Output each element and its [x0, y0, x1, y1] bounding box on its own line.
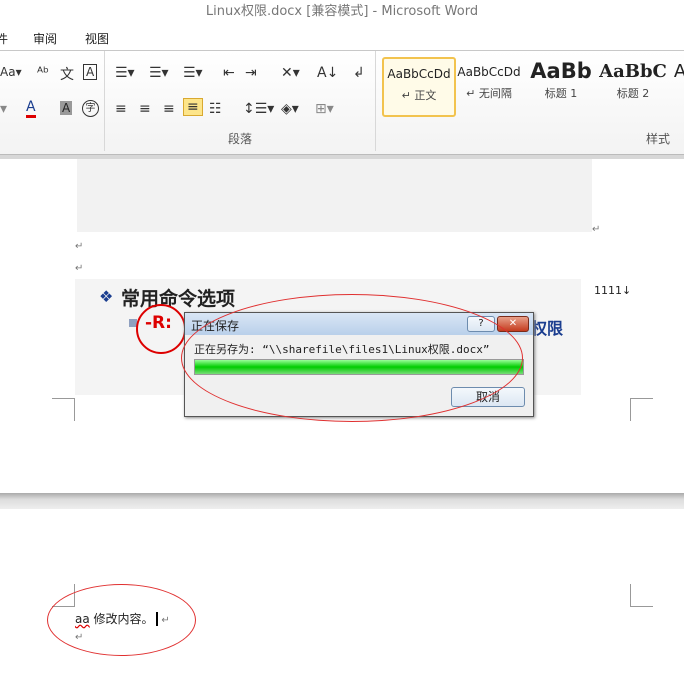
ribbon-tabs: 件 审阅 视图 — [0, 26, 684, 51]
embedded-image-1 — [77, 159, 592, 232]
sort-icon[interactable]: A↓ — [317, 65, 338, 81]
character-shading-icon[interactable]: A — [60, 101, 73, 115]
diamond-bullet-icon: ❖ — [99, 287, 114, 306]
borders-icon[interactable]: ⊞▾ — [315, 101, 334, 117]
annotation-ellipse — [47, 584, 196, 656]
decrease-indent-icon[interactable]: ⇤ — [223, 65, 235, 81]
side-text: 1111↓ — [594, 284, 632, 297]
align-left-icon[interactable]: ≡ — [115, 101, 127, 117]
slide-heading: 常用命令选项 — [121, 288, 236, 310]
show-marks-icon[interactable]: ↲ — [353, 65, 365, 81]
shading-icon[interactable]: ◈▾ — [281, 101, 299, 117]
window-title: Linux权限.docx [兼容模式] - Microsoft Word — [205, 4, 479, 19]
change-case-icon[interactable]: Aa▾ — [0, 65, 22, 79]
paragraph-mark: ↵ — [592, 224, 601, 235]
highlight-icon[interactable]: ▾ — [0, 101, 7, 117]
justify-icon[interactable]: ≡ — [183, 98, 203, 116]
increase-indent-icon[interactable]: ⇥ — [245, 65, 257, 81]
style-normal[interactable]: AaBbCcDd ↵ 正文 — [382, 57, 456, 117]
styles-group-label: 样式 — [646, 132, 671, 146]
ribbon: Aa▾ ᴬᵇ 文 A ▾ A A 字 ☰▾ ☰▾ ☰▾ ⇤ ⇥ ✕▾ A↓ ↲ … — [0, 51, 684, 155]
annotation-ellipse — [181, 294, 523, 422]
paragraph-group-label: 段落 — [227, 132, 252, 146]
page-corner-mark — [630, 398, 653, 421]
distributed-icon[interactable]: ☷ — [209, 101, 222, 117]
phonetic-guide-icon[interactable]: 文 — [60, 64, 74, 84]
line-spacing-icon[interactable]: ↕☰▾ — [243, 101, 274, 117]
font-color-icon[interactable]: A — [26, 99, 36, 118]
tab-view[interactable]: 视图 — [85, 30, 109, 47]
tab-review[interactable]: 审阅 — [33, 30, 57, 47]
chinese-layout-icon[interactable]: ✕▾ — [281, 65, 300, 81]
paragraph-mark: ↵ — [75, 263, 84, 274]
page-corner-mark — [630, 584, 653, 607]
paragraph-mark: ↵ — [75, 241, 84, 252]
enclose-character-icon[interactable]: 字 — [82, 100, 99, 117]
page-corner-mark — [52, 398, 75, 421]
style-no-spacing[interactable]: AaBbCcDd ↵ 无间隔 — [454, 57, 524, 113]
character-border-icon[interactable]: A — [83, 64, 98, 80]
spelling-icon[interactable]: ᴬᵇ — [37, 65, 49, 81]
annotation-circle — [136, 304, 186, 354]
paragraph-group: ☰▾ ☰▾ ☰▾ ⇤ ⇥ ✕▾ A↓ ↲ ≡ ≡ ≡ ≡ ☷ ↕☰▾ ◈▾ ⊞▾… — [105, 51, 376, 151]
style-more[interactable]: A — [670, 57, 684, 113]
align-center-icon[interactable]: ≡ — [139, 101, 151, 117]
style-heading-2[interactable]: AaBbC 标题 2 — [598, 57, 668, 113]
align-right-icon[interactable]: ≡ — [163, 101, 175, 117]
styles-group: AaBbCcDd ↵ 正文 AaBbCcDd ↵ 无间隔 AaBb 标题 1 AaBb… — [376, 51, 684, 151]
font-group: Aa▾ ᴬᵇ 文 A ▾ A A 字 — [0, 51, 105, 151]
tab-file[interactable]: 件 — [0, 30, 8, 47]
numbering-icon[interactable]: ☰▾ — [149, 65, 169, 81]
style-heading-1[interactable]: AaBb 标题 1 — [526, 57, 596, 113]
bullets-icon[interactable]: ☰▾ — [115, 65, 135, 81]
slide-trailing-text: 权限 — [531, 319, 564, 338]
page-separator — [0, 493, 684, 509]
multilevel-list-icon[interactable]: ☰▾ — [183, 65, 203, 81]
